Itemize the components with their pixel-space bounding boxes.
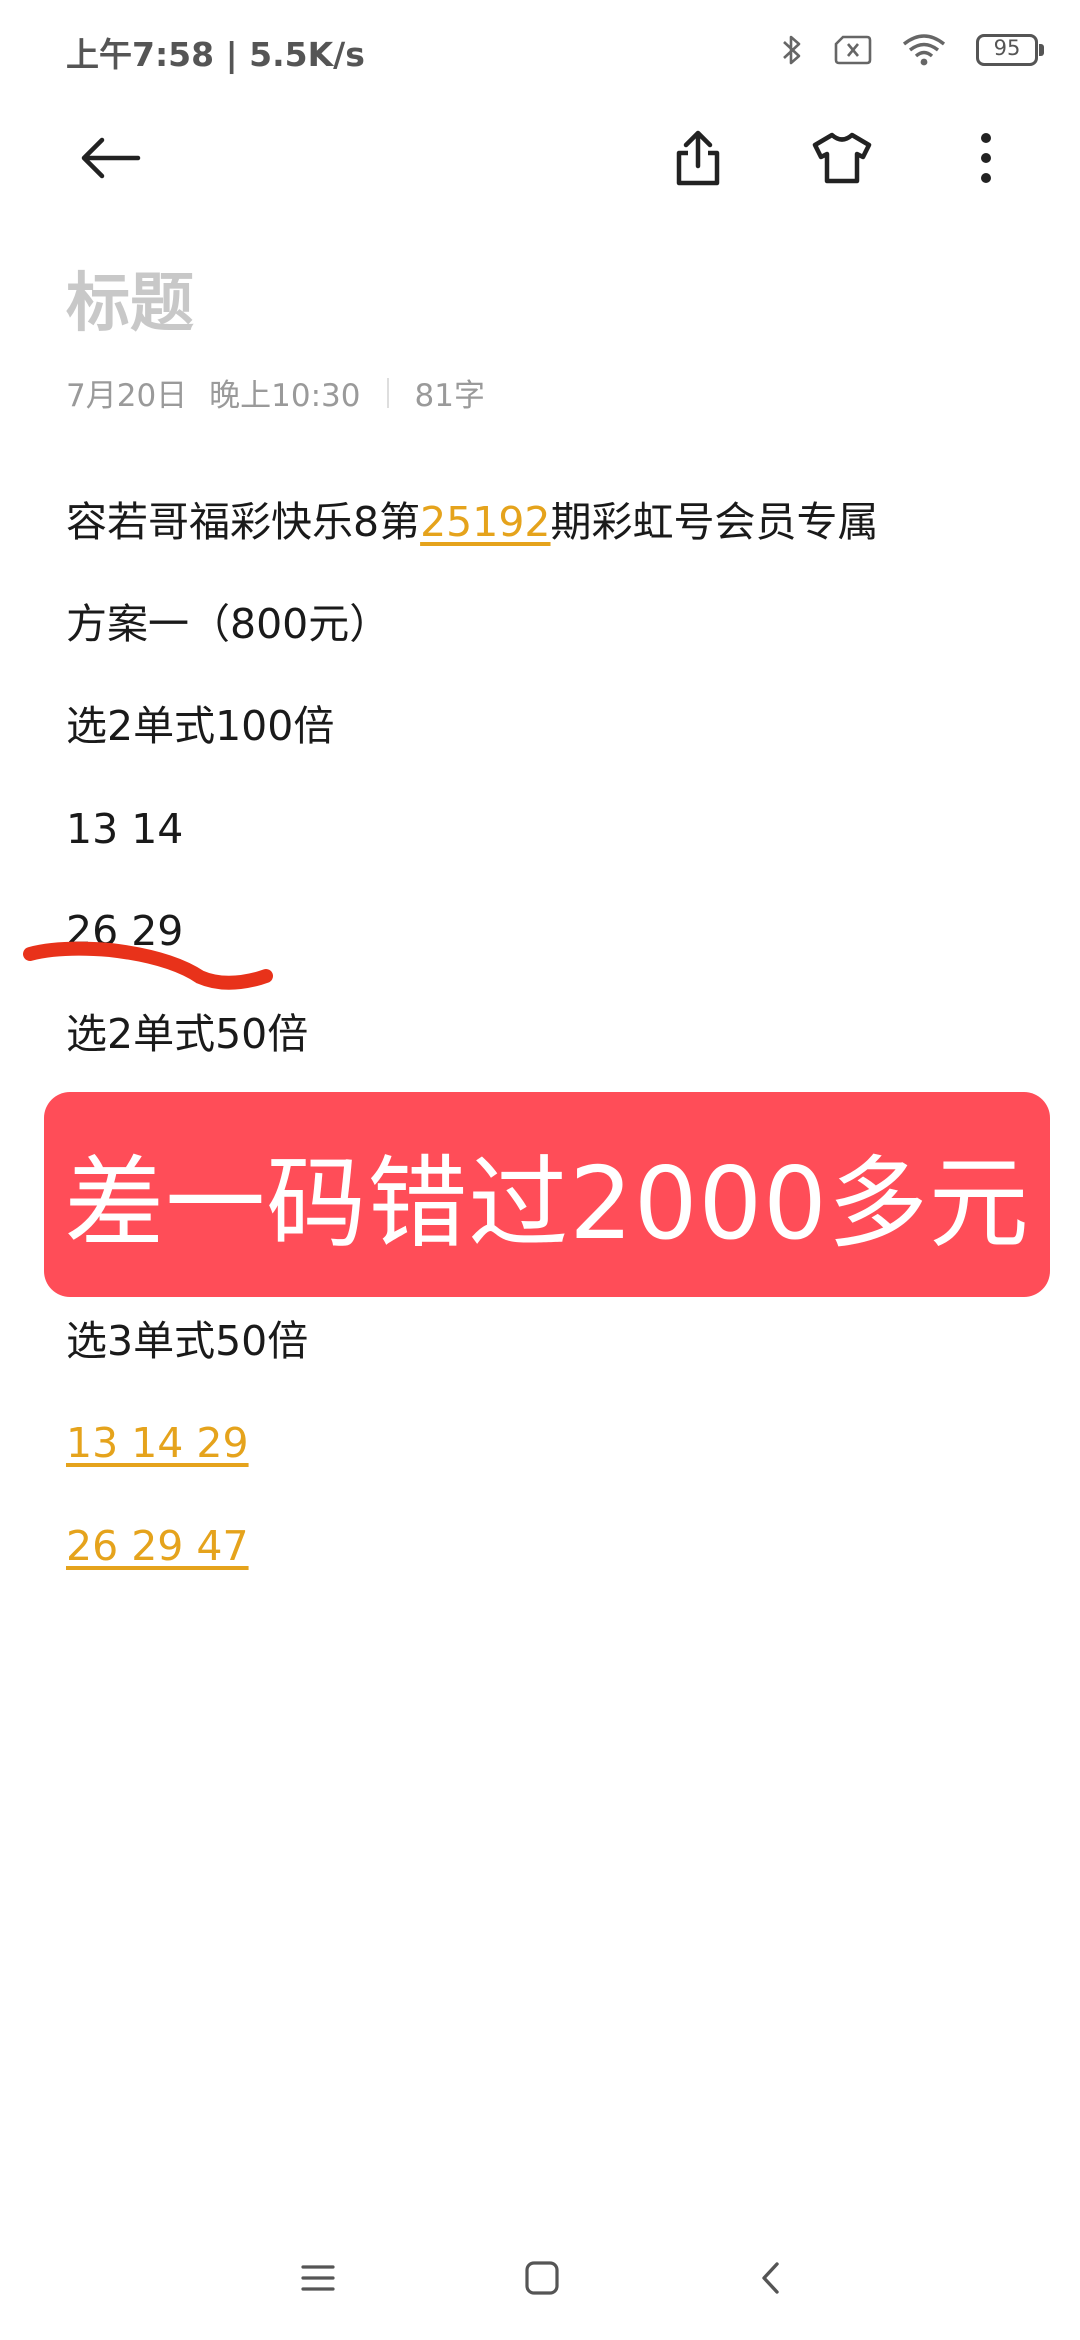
note-toolbar xyxy=(0,100,1080,220)
status-icons: 95 xyxy=(780,28,1044,72)
note-line-pick2-50[interactable]: 选2单式50倍 xyxy=(66,1006,308,1062)
status-bar: 上午7:58 | 5.5K/s 95 xyxy=(0,0,1080,100)
note-line-pick2-100-row2[interactable]: 26 29 xyxy=(66,903,183,959)
note-date: 7月20日 xyxy=(66,378,188,414)
more-vertical-icon xyxy=(979,132,993,188)
note-line-pick3-50-row2[interactable]: 26 29 47 xyxy=(66,1518,249,1574)
home-square-icon xyxy=(524,2260,560,2300)
note-line-pick3-50[interactable]: 选3单式50倍 xyxy=(66,1313,308,1369)
menu-icon xyxy=(301,2263,335,2297)
note-line-pick3-50-row1[interactable]: 13 14 29 xyxy=(66,1415,249,1471)
issue-number-link[interactable]: 25192 xyxy=(420,498,550,546)
overlay-banner-text: 差一码错过2000多元 xyxy=(64,1145,1030,1262)
system-back-button[interactable] xyxy=(730,2250,810,2310)
more-button[interactable] xyxy=(946,120,1026,200)
back-chevron-icon xyxy=(758,2260,782,2300)
status-time: 上午7:58 | 5.5K/s xyxy=(66,35,365,74)
note-line-plan[interactable]: 方案一（800元） xyxy=(66,596,390,652)
system-nav-bar xyxy=(0,2220,1080,2340)
recent-apps-button[interactable] xyxy=(278,2250,358,2310)
battery-level: 95 xyxy=(993,36,1021,60)
note-meta: 7月20日 晚上10:30 81字 xyxy=(66,370,485,415)
note-line-pick2-100[interactable]: 选2单式100倍 xyxy=(66,698,334,754)
note-title-field[interactable]: 标题 xyxy=(66,252,194,344)
sim-off-icon xyxy=(834,35,872,65)
note-line-pick2-100-row1[interactable]: 13 14 xyxy=(66,801,183,857)
note-time: 晚上10:30 xyxy=(209,378,361,414)
headline-suffix: 期彩虹号会员专属 xyxy=(550,498,879,546)
share-button[interactable] xyxy=(658,120,738,200)
note-word-count: 81字 xyxy=(414,378,485,414)
note-line-headline[interactable]: 容若哥福彩快乐8第25192期彩虹号会员专属 xyxy=(66,494,879,550)
home-button[interactable] xyxy=(502,2250,582,2310)
bluetooth-icon xyxy=(780,32,804,68)
overlay-banner: 差一码错过2000多元 xyxy=(44,1092,1050,1297)
back-button[interactable] xyxy=(70,120,150,200)
wifi-icon xyxy=(902,33,946,67)
meta-divider xyxy=(386,377,389,408)
theme-button[interactable] xyxy=(802,120,882,200)
headline-prefix: 容若哥福彩快乐8第 xyxy=(66,498,421,546)
back-arrow-icon xyxy=(78,134,142,186)
battery-icon: 95 xyxy=(976,34,1044,66)
share-icon xyxy=(673,129,723,191)
theme-shirt-icon xyxy=(811,131,873,189)
